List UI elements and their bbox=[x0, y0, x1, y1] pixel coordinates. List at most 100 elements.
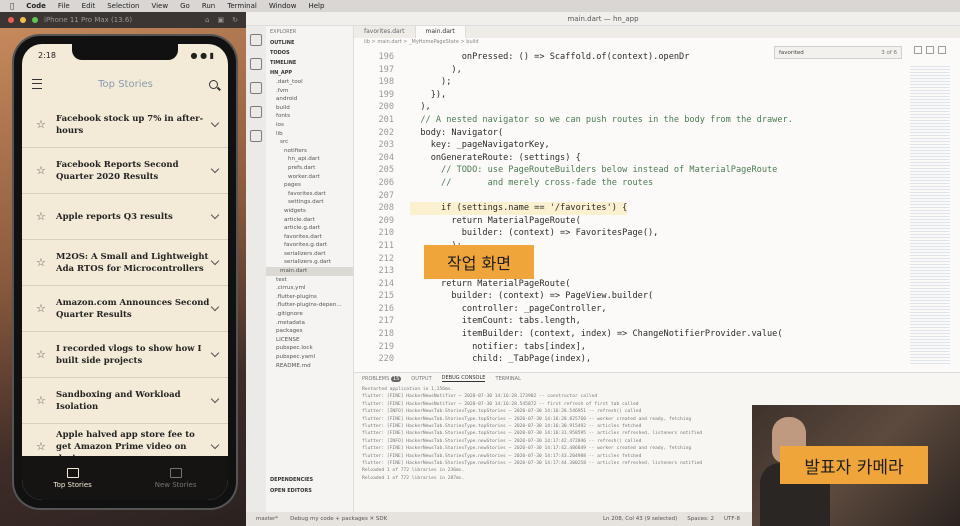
run-debug-icon[interactable] bbox=[250, 106, 262, 118]
section-dependencies[interactable]: DEPENDENCIES bbox=[266, 475, 353, 485]
star-icon[interactable]: ☆ bbox=[36, 440, 56, 453]
debug-mode[interactable]: Debug my code + packages ✕ SDK bbox=[290, 516, 387, 522]
tree-item[interactable]: prefs.dart bbox=[266, 164, 353, 173]
menu-run[interactable]: Run bbox=[202, 2, 215, 10]
apple-menu-icon[interactable]:  bbox=[10, 2, 14, 10]
tree-item[interactable]: widgets bbox=[266, 207, 353, 216]
tree-item[interactable]: .metadata bbox=[266, 319, 353, 328]
tree-item[interactable]: worker.dart bbox=[266, 173, 353, 182]
section-project[interactable]: HN_APP bbox=[266, 68, 353, 78]
tree-item[interactable]: fonts bbox=[266, 112, 353, 121]
tab-terminal[interactable]: TERMINAL bbox=[495, 376, 520, 382]
nav-top-stories[interactable]: Top Stories bbox=[53, 467, 92, 489]
next-match-icon[interactable] bbox=[926, 46, 934, 54]
tree-item[interactable]: android bbox=[266, 95, 353, 104]
star-icon[interactable]: ☆ bbox=[36, 394, 56, 407]
chevron-down-icon[interactable] bbox=[210, 210, 220, 220]
menu-icon[interactable] bbox=[32, 79, 42, 89]
section-outline[interactable]: OUTLINE bbox=[266, 38, 353, 48]
tree-item[interactable]: .cirrus.yml bbox=[266, 284, 353, 293]
story-item[interactable]: ☆ I recorded vlogs to show how I built s… bbox=[22, 332, 228, 378]
nav-new-stories[interactable]: New Stories bbox=[155, 467, 197, 489]
menu-help[interactable]: Help bbox=[308, 2, 324, 10]
chevron-down-icon[interactable] bbox=[210, 164, 220, 174]
minimize-window-icon[interactable] bbox=[20, 17, 26, 23]
tree-item[interactable]: packages bbox=[266, 327, 353, 336]
tab-favorites[interactable]: favorites.dart bbox=[354, 26, 416, 38]
menu-file[interactable]: File bbox=[58, 2, 70, 10]
tree-item[interactable]: favorites.dart bbox=[266, 190, 353, 199]
tree-item[interactable]: README.md bbox=[266, 362, 353, 371]
star-icon[interactable]: ☆ bbox=[36, 348, 56, 361]
tree-item[interactable]: ios bbox=[266, 121, 353, 130]
star-icon[interactable]: ☆ bbox=[36, 302, 56, 315]
chevron-down-icon[interactable] bbox=[210, 394, 220, 404]
tree-item-active[interactable]: main.dart bbox=[266, 267, 353, 276]
tree-item[interactable]: serializers.dart bbox=[266, 250, 353, 259]
rotate-icon[interactable]: ↻ bbox=[232, 16, 238, 24]
tree-item[interactable]: article.g.dart bbox=[266, 224, 353, 233]
tree-item[interactable]: pubspec.lock bbox=[266, 344, 353, 353]
star-icon[interactable]: ☆ bbox=[36, 164, 56, 177]
menu-view[interactable]: View bbox=[151, 2, 168, 10]
tree-item[interactable]: pages bbox=[266, 181, 353, 190]
menu-edit[interactable]: Edit bbox=[82, 2, 96, 10]
chevron-down-icon[interactable] bbox=[210, 348, 220, 358]
chevron-down-icon[interactable] bbox=[210, 302, 220, 312]
tab-output[interactable]: OUTPUT bbox=[411, 376, 431, 382]
menu-terminal[interactable]: Terminal bbox=[227, 2, 257, 10]
tree-item[interactable]: LICENSE bbox=[266, 336, 353, 345]
tree-item[interactable]: pubspec.yaml bbox=[266, 353, 353, 362]
code-editor[interactable]: favorites.dart main.dart lib > main.dart… bbox=[354, 26, 960, 372]
story-item[interactable]: ☆ Facebook Reports Second Quarter 2020 R… bbox=[22, 148, 228, 194]
tree-item[interactable]: favorites.g.dart bbox=[266, 241, 353, 250]
tree-item[interactable]: test bbox=[266, 276, 353, 285]
menu-window[interactable]: Window bbox=[269, 2, 297, 10]
close-window-icon[interactable] bbox=[8, 17, 14, 23]
tree-item[interactable]: .fvm bbox=[266, 87, 353, 96]
star-icon[interactable]: ☆ bbox=[36, 118, 56, 131]
tree-item[interactable]: .flutter-plugins bbox=[266, 293, 353, 302]
source-control-icon[interactable] bbox=[250, 82, 262, 94]
git-branch[interactable]: master* bbox=[256, 516, 278, 522]
tree-item[interactable]: article.dart bbox=[266, 216, 353, 225]
section-todos[interactable]: TODOS bbox=[266, 48, 353, 58]
tree-item[interactable]: build bbox=[266, 104, 353, 113]
cursor-position[interactable]: Ln 208, Col 43 (9 selected) bbox=[603, 516, 677, 522]
tree-item[interactable]: favorites.dart bbox=[266, 233, 353, 242]
menu-app-name[interactable]: Code bbox=[26, 2, 46, 10]
search-icon[interactable] bbox=[250, 58, 262, 70]
story-item[interactable]: ☆ M2OS: A Small and Lightweight Ada RTOS… bbox=[22, 240, 228, 286]
tree-item[interactable]: lib bbox=[266, 130, 353, 139]
story-item[interactable]: ☆ Sandboxing and Workload Isolation bbox=[22, 378, 228, 424]
tree-item[interactable]: hn_api.dart bbox=[266, 155, 353, 164]
story-item[interactable]: ☆ Amazon.com Announces Second Quarter Re… bbox=[22, 286, 228, 332]
tree-item[interactable]: notifiers bbox=[266, 147, 353, 156]
explorer-icon[interactable] bbox=[250, 34, 262, 46]
close-find-icon[interactable] bbox=[938, 46, 946, 54]
star-icon[interactable]: ☆ bbox=[36, 256, 56, 269]
search-icon[interactable] bbox=[208, 79, 218, 89]
tree-item[interactable]: .flutter-plugins-depen... bbox=[266, 301, 353, 310]
section-timeline[interactable]: TIMELINE bbox=[266, 58, 353, 68]
menu-go[interactable]: Go bbox=[180, 2, 190, 10]
story-item[interactable]: ☆ Apple reports Q3 results bbox=[22, 194, 228, 240]
zoom-window-icon[interactable] bbox=[32, 17, 38, 23]
minimap[interactable] bbox=[910, 66, 950, 366]
menu-selection[interactable]: Selection bbox=[107, 2, 139, 10]
tree-item[interactable]: src bbox=[266, 138, 353, 147]
tree-item[interactable]: settings.dart bbox=[266, 198, 353, 207]
tab-problems[interactable]: PROBLEMS 15 bbox=[362, 375, 402, 382]
tab-debug-console[interactable]: DEBUG CONSOLE bbox=[441, 375, 486, 382]
tree-item[interactable]: serializers.g.dart bbox=[266, 258, 353, 267]
previous-match-icon[interactable] bbox=[914, 46, 922, 54]
chevron-down-icon[interactable] bbox=[210, 118, 220, 128]
screenshot-icon[interactable]: ▣ bbox=[218, 16, 225, 24]
tree-item[interactable]: .gitignore bbox=[266, 310, 353, 319]
extensions-icon[interactable] bbox=[250, 130, 262, 142]
chevron-down-icon[interactable] bbox=[210, 440, 220, 450]
home-icon[interactable]: ⌂ bbox=[205, 16, 209, 24]
tab-main[interactable]: main.dart bbox=[415, 26, 466, 38]
tree-item[interactable]: .dart_tool bbox=[266, 78, 353, 87]
star-icon[interactable]: ☆ bbox=[36, 210, 56, 223]
